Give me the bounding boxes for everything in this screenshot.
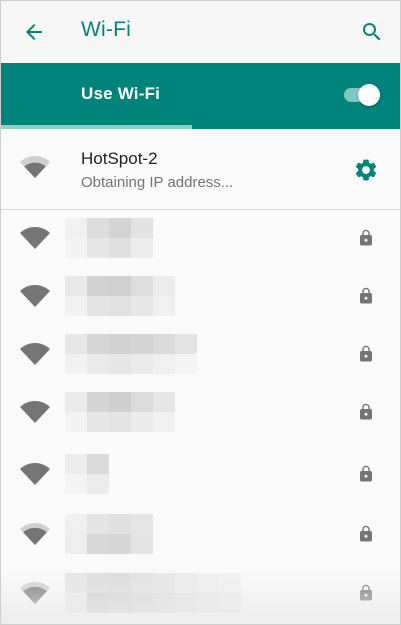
network-row[interactable] <box>1 382 400 444</box>
network-row[interactable] <box>1 504 400 566</box>
wifi-signal-icon <box>20 582 50 604</box>
wifi-settings-screen: Wi-Fi Use Wi-Fi HotSpot-2 Obtaining IP a… <box>0 0 401 625</box>
network-name-obscured <box>65 573 241 613</box>
search-button[interactable] <box>353 13 391 51</box>
page-title: Wi-Fi <box>81 18 131 41</box>
toggle-thumb <box>358 84 380 106</box>
lock-icon <box>360 584 372 601</box>
network-settings-button[interactable] <box>349 153 383 187</box>
network-row[interactable] <box>1 324 400 386</box>
network-name-obscured <box>65 454 109 494</box>
network-row[interactable] <box>1 208 400 270</box>
arrow-left-icon <box>26 24 42 40</box>
network-name-obscured <box>65 392 175 432</box>
network-row[interactable] <box>1 444 400 506</box>
lock-icon <box>360 403 372 420</box>
app-bar: Wi-Fi <box>1 1 400 63</box>
network-row[interactable] <box>1 563 400 624</box>
network-row[interactable] <box>1 266 400 328</box>
wifi-signal-icon <box>20 401 50 423</box>
back-button[interactable] <box>15 13 53 51</box>
use-wifi-bar[interactable]: Use Wi-Fi <box>1 63 400 129</box>
lock-icon <box>360 345 372 362</box>
network-name-obscured <box>65 334 197 374</box>
network-name: HotSpot-2 <box>81 149 158 168</box>
network-name-obscured <box>65 514 153 554</box>
current-network-row[interactable]: HotSpot-2 Obtaining IP address... <box>1 129 400 209</box>
wifi-signal-icon <box>20 227 50 249</box>
wifi-signal-icon <box>20 463 50 485</box>
lock-icon <box>360 229 372 246</box>
wifi-toggle-switch[interactable] <box>342 83 382 107</box>
wifi-signal-icon <box>20 156 50 178</box>
lock-icon <box>360 525 372 542</box>
use-wifi-label: Use Wi-Fi <box>81 84 161 103</box>
wifi-signal-icon <box>20 285 50 307</box>
lock-icon <box>360 287 372 304</box>
wifi-signal-icon <box>20 523 50 545</box>
gear-icon <box>355 159 377 181</box>
network-status: Obtaining IP address... <box>81 174 234 191</box>
lock-icon <box>360 465 372 482</box>
wifi-signal-icon <box>20 343 50 365</box>
network-name-obscured <box>65 276 175 316</box>
search-icon <box>363 23 381 41</box>
network-name-obscured <box>65 218 153 258</box>
